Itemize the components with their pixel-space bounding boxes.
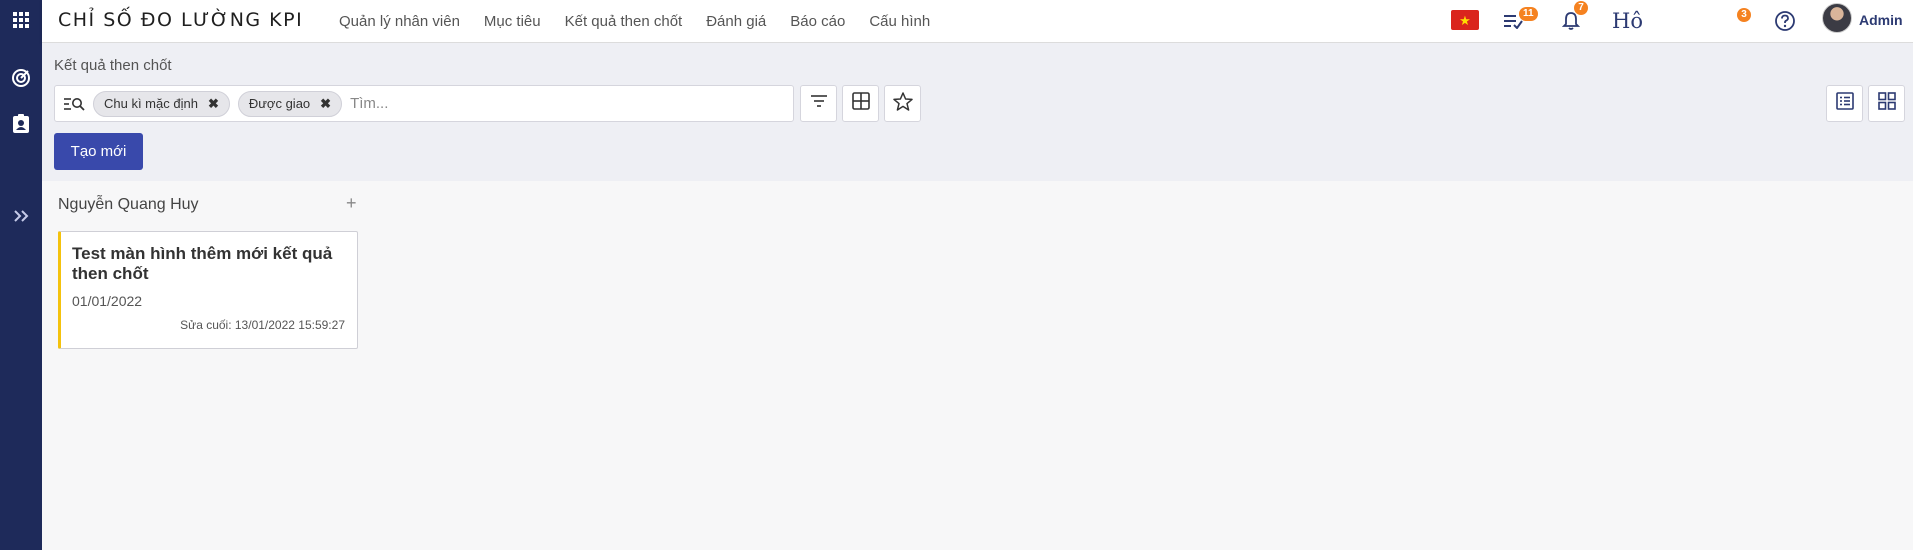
vietnam-flag-icon[interactable]: ★ (1451, 10, 1479, 30)
menu-item-reports[interactable]: Báo cáo (790, 13, 845, 30)
menu-item-employee-management[interactable]: Quản lý nhân viên (339, 13, 460, 30)
help-icon[interactable] (1770, 6, 1800, 36)
close-icon[interactable]: ✖ (320, 96, 331, 112)
favorite-star-icon (892, 91, 913, 116)
filter-icon (810, 94, 828, 113)
search-options-icon[interactable] (63, 94, 85, 114)
close-icon[interactable]: ✖ (208, 96, 219, 112)
avatar[interactable] (1822, 3, 1852, 33)
filter-facet-assigned: Được giao ✖ (237, 90, 343, 117)
kanban-view-button[interactable] (1868, 85, 1905, 122)
apps-grid-icon[interactable] (0, 2, 42, 38)
favorites-button[interactable] (884, 85, 921, 122)
tasks-badge: 11 (1519, 7, 1538, 21)
target-icon[interactable] (0, 60, 42, 96)
create-button[interactable]: Tạo mới (54, 133, 143, 170)
kanban-view: Nguyễn Quang Huy + Test màn hình thêm mớ… (42, 181, 1913, 550)
card-last-modified: Sửa cuối: 13/01/2022 15:59:27 (180, 318, 345, 332)
filter-button[interactable] (800, 85, 837, 122)
kanban-column-title: Nguyễn Quang Huy (58, 196, 199, 213)
menu-item-key-results[interactable]: Kết quả then chốt (565, 13, 683, 30)
chat-badge[interactable]: 3 (1737, 8, 1751, 22)
clipboard-user-icon[interactable] (0, 106, 42, 142)
group-by-icon (851, 92, 870, 115)
facet-label: Được giao (248, 96, 311, 111)
kanban-view-icon (1877, 92, 1896, 115)
main-menu: Quản lý nhân viên Mục tiêu Kết quả then … (339, 0, 954, 43)
filter-facet-default-cycle: Chu kì mặc định ✖ (93, 90, 230, 117)
notifications-badge: 7 (1574, 1, 1588, 15)
card-title: Test màn hình thêm mới kết quả then chốt (72, 244, 333, 283)
add-record-button[interactable]: + (346, 193, 357, 214)
app-title[interactable]: CHỈ SỐ ĐO LƯỜNG KPI (58, 9, 303, 31)
control-panel: Kết quả then chốt Chu kì mặc định ✖ Được… (42, 43, 1913, 181)
list-view-button[interactable] (1826, 85, 1863, 122)
expand-chevrons-icon[interactable] (0, 198, 42, 234)
menu-item-evaluation[interactable]: Đánh giá (706, 13, 766, 30)
card-date: 01/01/2022 (72, 293, 143, 309)
search-bar[interactable]: Chu kì mặc định ✖ Được giao ✖ (54, 85, 794, 122)
breadcrumb: Kết quả then chốt (54, 57, 172, 74)
group-by-button[interactable] (842, 85, 879, 122)
menu-item-objectives[interactable]: Mục tiêu (484, 13, 541, 30)
list-view-icon (1835, 92, 1854, 115)
user-name[interactable]: Admin (1859, 12, 1903, 28)
left-rail (0, 0, 42, 550)
kanban-card[interactable]: Test màn hình thêm mới kết quả then chốt… (58, 231, 358, 349)
facet-label: Chu kì mặc định (104, 96, 198, 111)
menu-item-configuration[interactable]: Cấu hình (869, 13, 930, 30)
search-input[interactable] (350, 88, 793, 119)
ho-label: Hô (1612, 9, 1643, 33)
